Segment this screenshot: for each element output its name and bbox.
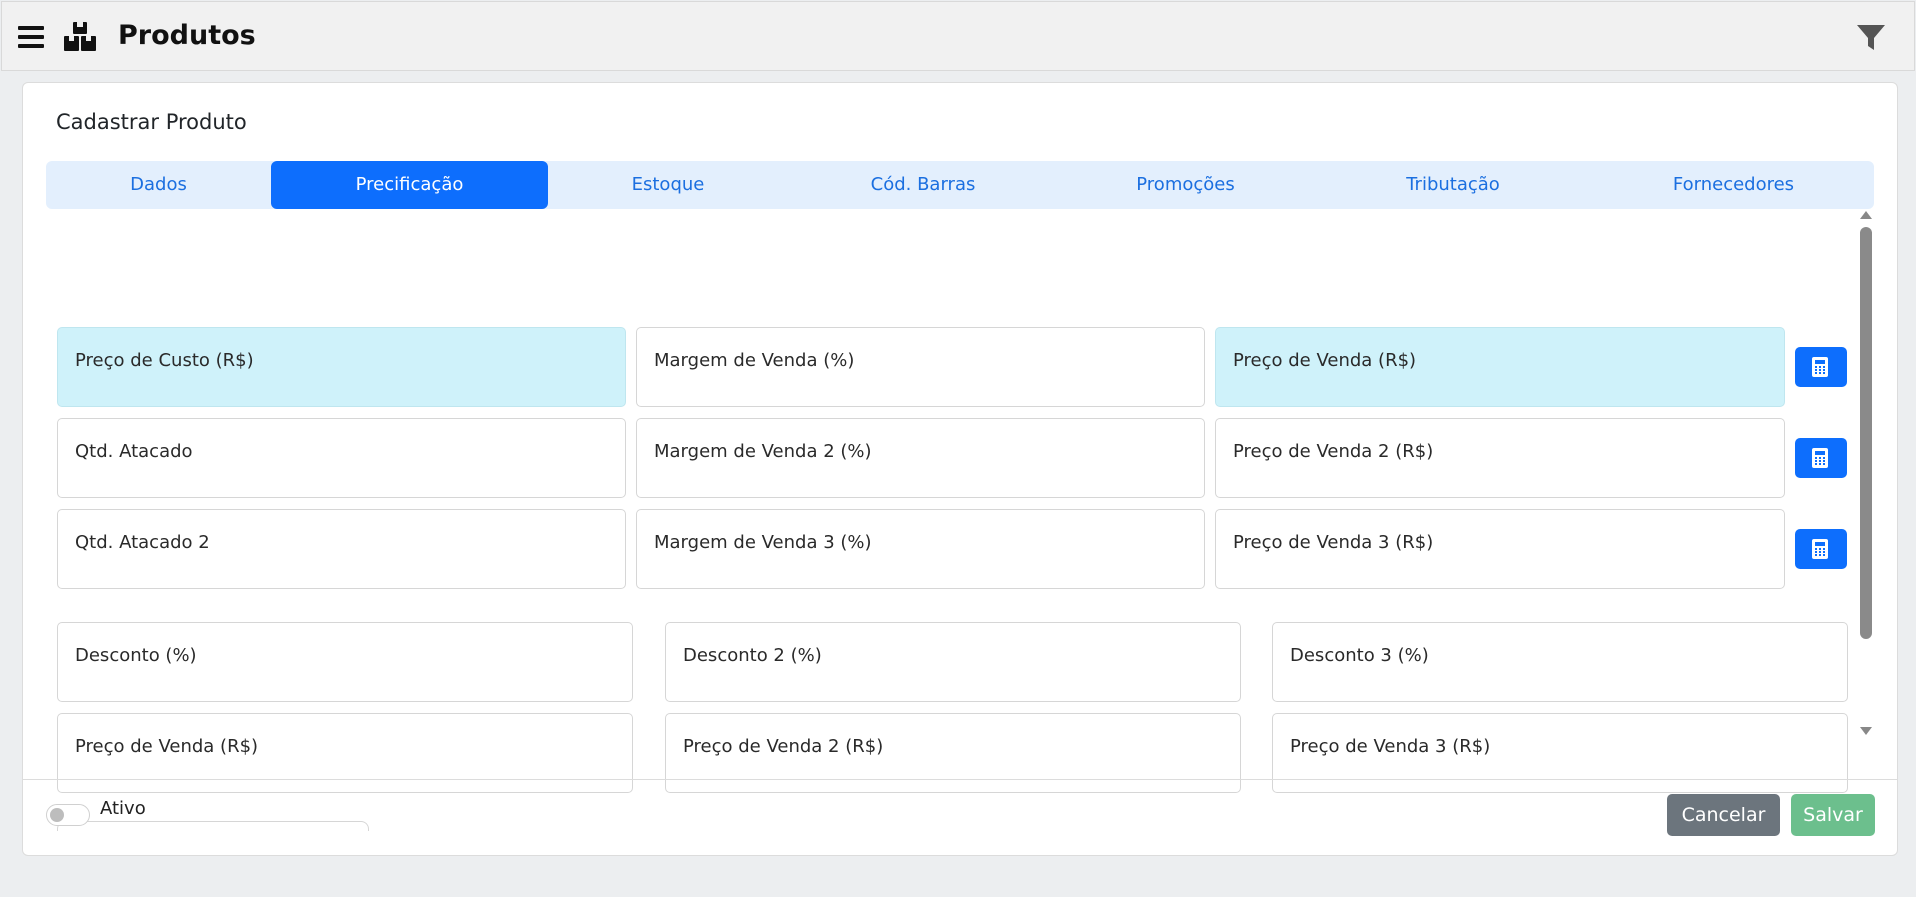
sale-price-2-field[interactable]: Preço de Venda 2 (R$): [1215, 418, 1785, 498]
discount-3-field[interactable]: Desconto 3 (%): [1272, 622, 1848, 702]
field-label: Margem de Venda 2 (%): [654, 441, 872, 462]
cost-price-field[interactable]: Preço de Custo (R$): [57, 327, 626, 407]
card-title: Cadastrar Produto: [56, 110, 247, 134]
tab-estoque[interactable]: Estoque: [548, 161, 788, 209]
sale-price-3-field[interactable]: Preço de Venda 3 (R$): [1215, 509, 1785, 589]
field-label: Desconto 3 (%): [1290, 645, 1429, 666]
field-label: Preço de Venda 2 (R$): [1233, 441, 1434, 462]
page-title: Produtos: [118, 20, 256, 51]
filter-icon[interactable]: [1856, 24, 1886, 56]
field-label: Margem de Venda (%): [654, 350, 855, 371]
sale-margin-3-field[interactable]: Margem de Venda 3 (%): [636, 509, 1205, 589]
calculator-button-2[interactable]: [1795, 438, 1847, 478]
scroll-up-arrow-icon[interactable]: [1860, 211, 1872, 219]
tab-tributacao[interactable]: Tributação: [1313, 161, 1593, 209]
save-button[interactable]: Salvar: [1791, 794, 1875, 836]
calculator-icon: [1812, 357, 1828, 377]
tab-dados[interactable]: Dados: [46, 161, 271, 209]
field-label: Qtd. Atacado 2: [75, 532, 210, 553]
hamburger-menu-icon[interactable]: [18, 26, 44, 48]
tab-precificacao[interactable]: Precificação: [271, 161, 548, 209]
discount-field[interactable]: Desconto (%): [57, 622, 633, 702]
sale-margin-2-field[interactable]: Margem de Venda 2 (%): [636, 418, 1205, 498]
calculator-button-3[interactable]: [1795, 529, 1847, 569]
field-label: Margem de Venda 3 (%): [654, 532, 872, 553]
scrollbar-thumb[interactable]: [1860, 227, 1872, 639]
product-form-card: Cadastrar Produto Dados Precificação Est…: [22, 82, 1898, 856]
field-label: Desconto (%): [75, 645, 197, 666]
field-label: Qtd. Atacado: [75, 441, 193, 462]
tab-bar: Dados Precificação Estoque Cód. Barras P…: [46, 161, 1874, 209]
active-toggle-label: Ativo: [100, 798, 146, 819]
calculator-button[interactable]: [1795, 347, 1847, 387]
top-bar: Produtos: [1, 1, 1915, 71]
sale-margin-field[interactable]: Margem de Venda (%): [636, 327, 1205, 407]
cancel-button[interactable]: Cancelar: [1667, 794, 1780, 836]
tab-promocoes[interactable]: Promoções: [1058, 161, 1313, 209]
field-label: Preço de Venda 3 (R$): [1290, 736, 1491, 757]
active-toggle[interactable]: [46, 804, 90, 826]
boxes-icon: [64, 22, 96, 56]
calculator-icon: [1812, 539, 1828, 559]
tab-cod-barras[interactable]: Cód. Barras: [788, 161, 1058, 209]
field-label: Preço de Custo (R$): [75, 350, 254, 371]
sale-price-field[interactable]: Preço de Venda (R$): [1215, 327, 1785, 407]
field-label: Desconto 2 (%): [683, 645, 822, 666]
wholesale-qty-2-field[interactable]: Qtd. Atacado 2: [57, 509, 626, 589]
form-footer: Ativo Cancelar Salvar: [23, 779, 1897, 857]
vertical-scrollbar[interactable]: [1857, 211, 1873, 739]
discount-2-field[interactable]: Desconto 2 (%): [665, 622, 1241, 702]
field-label: Preço de Venda (R$): [75, 736, 259, 757]
field-label: Preço de Venda 2 (R$): [683, 736, 884, 757]
field-label: Preço de Venda 3 (R$): [1233, 532, 1434, 553]
field-label: Preço de Venda (R$): [1233, 350, 1417, 371]
tab-fornecedores[interactable]: Fornecedores: [1593, 161, 1874, 209]
pricing-panel: Preço de Custo (R$) Margem de Venda (%) …: [33, 219, 1883, 831]
calculator-icon: [1812, 448, 1828, 468]
wholesale-qty-field[interactable]: Qtd. Atacado: [57, 418, 626, 498]
scroll-down-arrow-icon[interactable]: [1860, 727, 1872, 735]
